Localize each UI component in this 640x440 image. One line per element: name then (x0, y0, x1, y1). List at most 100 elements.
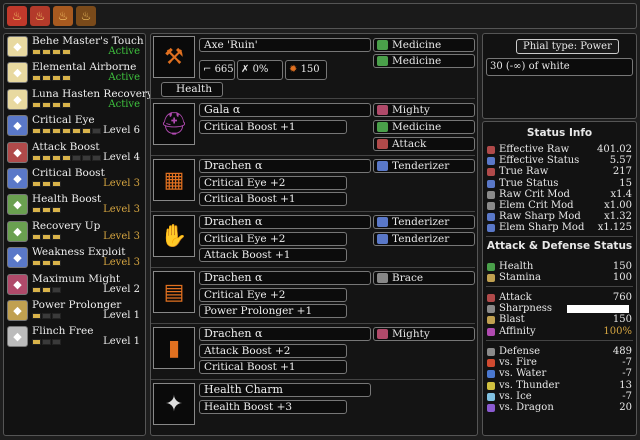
status-value: 20 (619, 402, 632, 413)
weapon-piece: ⚒ Axe 'Ruin' ⌐ 665 ✗ 0% ✹ 150 Health Medicine M… (153, 36, 475, 97)
skill-level-bars (32, 180, 61, 187)
level-pip (42, 154, 51, 161)
armor-icon[interactable]: ▤ (153, 271, 195, 313)
status-row: Blast 150 (487, 314, 632, 325)
decoration-slot[interactable]: Mighty (373, 327, 475, 341)
armor-piece: ✦ Health Charm Health Boost +3 (153, 380, 475, 434)
monster-icon-3[interactable]: ♨ (53, 6, 73, 26)
decoration-slot[interactable]: Medicine (373, 120, 475, 134)
level-pip (32, 180, 41, 187)
skill-level: Level 3 (103, 177, 140, 189)
skill-level: Level 6 (103, 125, 140, 137)
skill-level: Level 3 (103, 257, 140, 269)
skill-icon: ◆ (7, 194, 28, 216)
level-pip (82, 128, 91, 135)
skill-level-bars (32, 154, 101, 161)
monster-icon-4[interactable]: ♨ (76, 6, 96, 26)
weapon-tab-health[interactable]: Health (161, 82, 223, 97)
decoration-slot[interactable]: Brace (373, 271, 475, 285)
skill-row[interactable]: ◆ Attack Boost Level 4 (6, 141, 143, 166)
armor-icon[interactable]: ▮ (153, 327, 195, 369)
decoration-slot[interactable]: Tenderizer (373, 232, 475, 246)
skill-row[interactable]: ◆ Elemental Airborne Active (6, 61, 143, 86)
status-row: Health 150 (487, 261, 632, 272)
decoration-name: Tenderizer (392, 160, 450, 172)
status-value: 150 (612, 314, 632, 326)
level-pip (32, 101, 41, 108)
armor-name[interactable]: Drachen α (199, 215, 371, 229)
phial-type-label[interactable]: Phial type: Power (516, 39, 619, 54)
weapon-name[interactable]: Axe 'Ruin' (199, 38, 371, 52)
skill-row[interactable]: ◆ Critical Boost Level 3 (6, 167, 143, 192)
skill-row[interactable]: ◆ Recovery Up Level 3 (6, 220, 143, 245)
decoration-slot[interactable]: Medicine (373, 38, 475, 52)
armor-icon[interactable]: ✋ (153, 215, 195, 257)
skill-level: Level 2 (103, 283, 140, 295)
armor-skill: Health Boost +3 (199, 400, 347, 414)
status-value: 13 (619, 379, 632, 391)
armor-name[interactable]: Health Charm (199, 383, 371, 397)
skill-row[interactable]: ◆ Flinch Free Level 1 (6, 325, 143, 350)
status-value: 15 (619, 177, 632, 189)
armor-name[interactable]: Gala α (199, 103, 371, 117)
status-row: Raw Crit Mod x1.4 (487, 189, 632, 200)
status-row: vs. Ice -7 (487, 391, 632, 402)
skill-level-bars (32, 101, 71, 108)
level-pip (62, 75, 71, 82)
armor-name[interactable]: Drachen α (199, 271, 371, 285)
decoration-icon (377, 234, 388, 244)
level-pip (72, 154, 81, 161)
skill-row[interactable]: ◆ Behe Master's Touch Active (6, 35, 144, 60)
armor-piece: ▮ Drachen α Attack Boost +2 Critical Boost … (153, 324, 475, 378)
sharpness-stat: ⌐ 665 (199, 60, 235, 80)
armor-icon[interactable]: ⛑ (153, 103, 195, 145)
skill-row[interactable]: ◆ Power Prolonger Level 1 (6, 299, 143, 324)
skill-row[interactable]: ◆ Maximum Might Level 2 (6, 273, 143, 298)
status-value: -7 (622, 368, 632, 380)
decoration-icon (377, 273, 388, 283)
status-info-title: Status Info (526, 127, 593, 139)
status-value: 489 (612, 346, 632, 357)
level-pip (52, 154, 61, 161)
armor-name[interactable]: Drachen α (199, 159, 371, 173)
attack-value: 150 (300, 64, 320, 75)
status-row: True Raw 217 (487, 166, 632, 177)
decoration-slot[interactable]: Tenderizer (373, 215, 475, 229)
status-icon (487, 146, 495, 154)
armor-name[interactable]: Drachen α (199, 327, 371, 341)
level-pip (62, 49, 71, 55)
status-label: vs. Dragon (499, 402, 554, 413)
status-icon (487, 224, 495, 233)
decoration-slot[interactable]: Medicine (373, 54, 475, 68)
axe-icon[interactable]: ⚒ (153, 36, 195, 78)
status-label: Effective Raw (499, 144, 570, 155)
status-label: Affinity (499, 325, 536, 337)
decoration-slot[interactable]: Mighty (373, 103, 475, 117)
skill-row[interactable]: ◆ Luna Hasten Recovery Active (6, 88, 153, 113)
armor-icon[interactable]: ▦ (153, 159, 195, 201)
status-label: Attack (499, 292, 532, 303)
level-pip (62, 101, 71, 108)
armor-icon[interactable]: ✦ (153, 383, 195, 425)
decoration-slot[interactable]: Tenderizer (373, 159, 475, 173)
level-pip (32, 207, 41, 214)
status-row: Affinity 100% (487, 326, 632, 337)
monster-icon-2[interactable]: ♨ (30, 6, 50, 26)
skill-row[interactable]: ◆ Health Boost Level 3 (6, 193, 143, 218)
monster-icon-1[interactable]: ♨ (7, 6, 27, 26)
level-pip (42, 49, 51, 55)
skill-row[interactable]: ◆ Critical Eye Level 6 (6, 114, 143, 139)
skill-level-bars (32, 286, 61, 293)
status-info-panel: Status Info Effective Raw 401.02 Effective… (482, 121, 637, 436)
status-row: vs. Water -7 (487, 368, 632, 379)
divider (486, 286, 633, 287)
decoration-slot[interactable]: Attack (373, 137, 475, 151)
status-icon (487, 202, 495, 210)
status-label: vs. Water (499, 368, 547, 380)
skill-row[interactable]: ◆ Weakness Exploit Level 3 (6, 246, 143, 271)
status-icon (487, 157, 495, 166)
skill-icon: ◆ (7, 220, 28, 242)
affinity-stat: ✗ 0% (237, 60, 283, 80)
level-pip (42, 75, 51, 82)
level-pip (32, 233, 41, 240)
